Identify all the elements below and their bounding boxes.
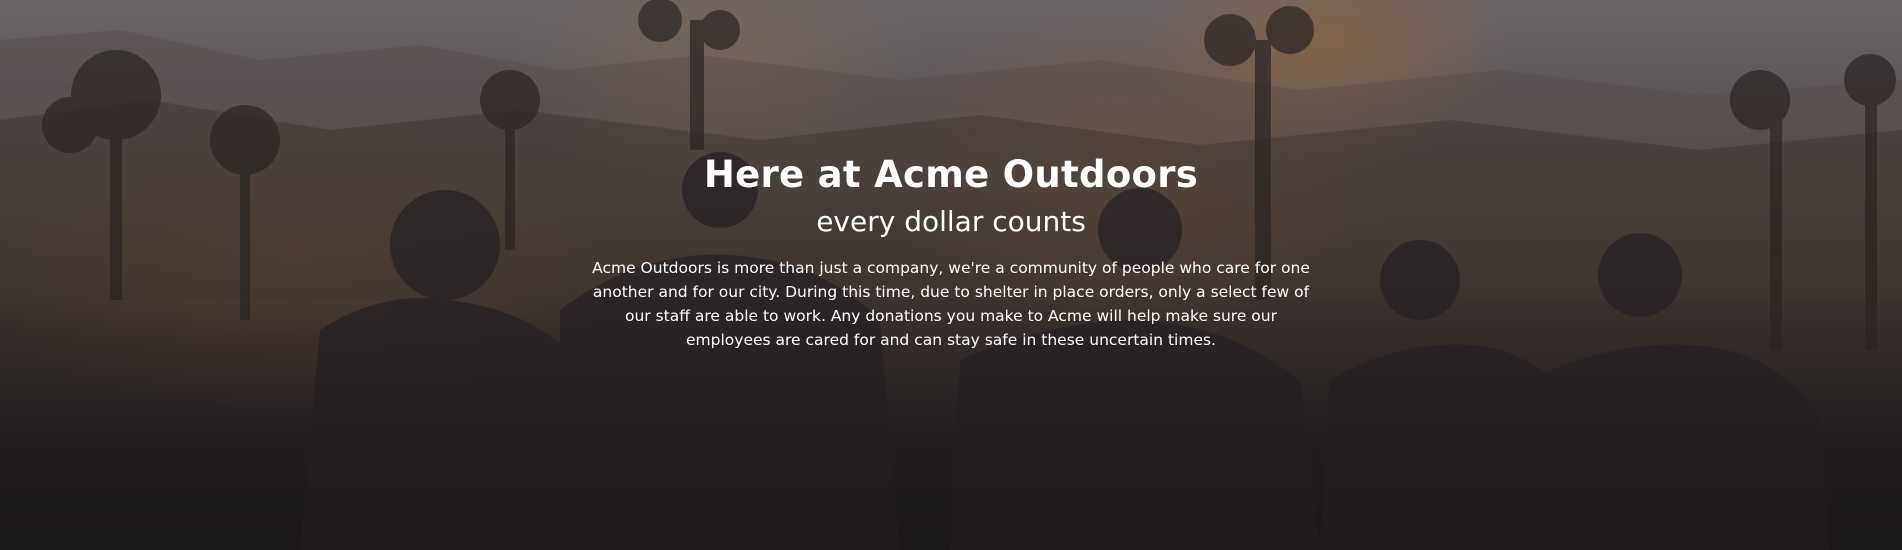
hero-title: Here at Acme Outdoors [703, 153, 1199, 196]
hero-description: Acme Outdoors is more than just a compan… [592, 259, 1310, 349]
hero-banner: Here at Acme Outdoors every dollar count… [0, 0, 1902, 550]
hero-content: Here at Acme Outdoors every dollar count… [0, 150, 1902, 352]
hero-subtitle: every dollar counts [816, 205, 1086, 238]
